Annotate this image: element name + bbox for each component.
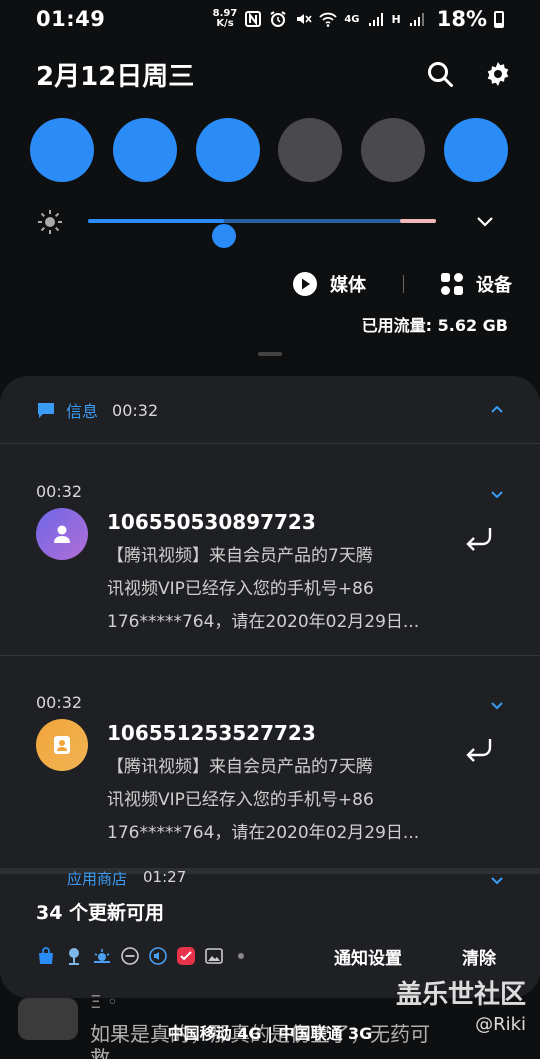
notification-settings-button[interactable]: 通知设置	[334, 944, 402, 969]
nfc-icon	[245, 11, 262, 27]
message-sender: 106550530897723	[107, 510, 316, 534]
devices-button[interactable]: 设备	[440, 271, 512, 297]
message-body: 【腾讯视频】来自会员产品的7天腾 讯视频VIP已经存入您的手机号+86 176*…	[107, 546, 420, 632]
devices-grid-icon	[441, 273, 463, 295]
person-icon	[54, 736, 70, 754]
brightness-icon	[38, 210, 62, 234]
quick-toggles	[30, 118, 508, 182]
notification-app-icons	[36, 946, 244, 966]
panel-header: 2月12日周三	[36, 54, 512, 94]
message-icon	[38, 403, 54, 418]
gallery-icon	[205, 948, 223, 964]
alarm-icon	[270, 11, 286, 27]
mute-icon	[297, 14, 312, 24]
brightness-slider[interactable]	[88, 219, 436, 248]
brightness-fill	[88, 219, 224, 223]
message-notification[interactable]: 00:32 106551253527723 【腾讯视频】来自会员产品的7天腾 讯…	[0, 667, 540, 877]
messages-group-time: 00:32	[112, 400, 159, 420]
todo-icon	[177, 947, 195, 965]
contact-avatar	[36, 508, 88, 560]
quick-toggle-4[interactable]	[278, 118, 343, 182]
wifi-icon	[319, 12, 337, 27]
battery-percent: 18%	[436, 7, 487, 31]
app-store-title: 34 个更新可用	[36, 902, 165, 924]
person-icon	[54, 525, 70, 543]
quick-toggle-1[interactable]	[30, 118, 94, 182]
clear-button[interactable]: 清除	[462, 944, 496, 969]
search-icon[interactable]	[426, 60, 454, 88]
notification-actions: 通知设置 清除	[334, 944, 496, 969]
background-name: Ξ ◦	[90, 992, 118, 1013]
quick-toggle-3[interactable]	[195, 118, 260, 182]
carrier-label: 中国移动 4G | 中国联通 3G	[167, 1024, 373, 1043]
message-sender: 106551253527723	[107, 721, 316, 745]
media-devices-row: 媒体 设备	[292, 268, 512, 300]
network-speed: 8.97 K/s	[212, 8, 238, 29]
date-label: 2月12日周三	[36, 61, 195, 92]
media-divider	[402, 275, 404, 293]
separator	[0, 443, 540, 444]
shopping-bag-icon	[39, 947, 53, 964]
play-icon	[293, 272, 317, 296]
separator	[0, 655, 540, 656]
status-time: 01:49	[36, 7, 106, 31]
media-button[interactable]: 媒体	[292, 271, 366, 297]
quick-toggle-6[interactable]	[443, 118, 508, 182]
status-icons: 8.97 K/s 4G H 18%	[213, 7, 504, 31]
message-notification[interactable]: 00:32 106550530897723 【腾讯视频】来自会员产品的7天腾 讯…	[0, 456, 540, 666]
network-4g-label: 4G	[344, 13, 360, 25]
chevron-down-icon[interactable]	[490, 874, 504, 888]
messages-group-header[interactable]: 信息 00:32	[36, 398, 158, 422]
reply-icon[interactable]	[464, 524, 494, 552]
volume-icon	[149, 947, 167, 965]
message-time: 00:32	[36, 693, 83, 712]
drag-handle[interactable]	[258, 352, 282, 356]
data-usage-label: 已用流量: 5.62 GB	[361, 316, 508, 335]
app-store-header: 应用商店 01:27	[67, 868, 187, 888]
notification-panel: 信息 00:32 00:32 106550530897723 【腾讯视频】来自会…	[0, 376, 540, 998]
watermark-user: @Riki	[475, 1014, 526, 1035]
reply-icon[interactable]	[464, 735, 494, 763]
gear-icon[interactable]	[484, 60, 512, 88]
chevron-down-icon[interactable]	[474, 210, 496, 232]
network-h-label: H	[391, 12, 401, 26]
status-bar: 01:49 8.97 K/s 4G H 18%	[0, 0, 540, 38]
battery-icon	[494, 10, 504, 28]
chevron-down-icon[interactable]	[490, 488, 504, 502]
brightness-row	[36, 204, 506, 248]
messages-app-name: 信息	[66, 402, 99, 421]
signal-icon	[368, 13, 383, 26]
do-not-disturb-icon	[121, 947, 139, 965]
contact-avatar	[36, 719, 88, 771]
brightness-track-end	[400, 219, 436, 223]
tree-icon	[69, 948, 79, 965]
signal-icon-2	[409, 13, 424, 26]
message-body: 【腾讯视频】来自会员产品的7天腾 讯视频VIP已经存入您的手机号+86 176*…	[107, 757, 420, 843]
weather-icon	[94, 949, 110, 963]
chevron-down-icon[interactable]	[490, 699, 504, 713]
watermark-title: 盖乐世社区	[395, 980, 526, 1010]
message-time: 00:32	[36, 482, 83, 501]
quick-toggle-2[interactable]	[112, 118, 177, 182]
brightness-thumb[interactable]	[211, 224, 236, 248]
quick-toggle-5[interactable]	[361, 118, 426, 182]
chevron-up-icon[interactable]	[490, 402, 504, 416]
more-dot-icon	[238, 953, 244, 959]
background-text-2: 救	[90, 1046, 110, 1059]
